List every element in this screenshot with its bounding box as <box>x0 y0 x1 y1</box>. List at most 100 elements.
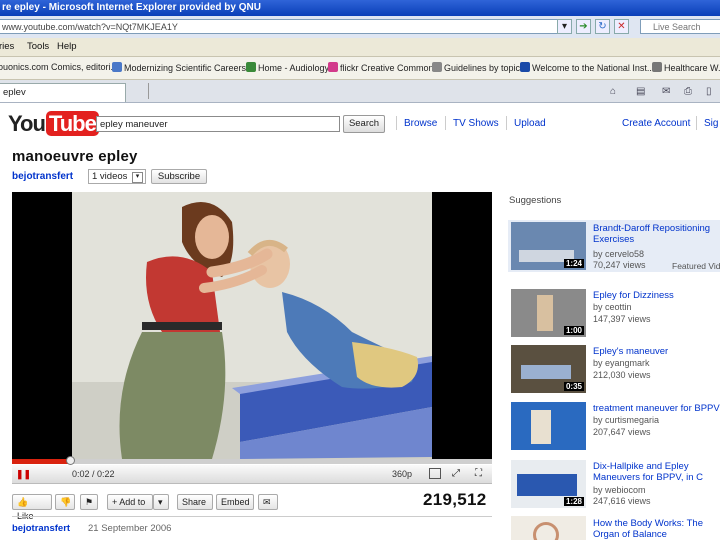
menu-help[interactable]: Help <box>57 41 77 52</box>
videos-dropdown[interactable]: 1 videos ▾ <box>88 169 146 184</box>
nav-create-account[interactable]: Create Account <box>622 118 690 129</box>
nav-sign-in[interactable]: Sig <box>704 118 718 129</box>
suggestion-thumbnail[interactable] <box>511 402 586 450</box>
window-title-bar: re epley - Microsoft Internet Explorer p… <box>0 0 720 16</box>
suggestion-item[interactable]: 0:35 Epley's maneuver by eyangmark 212,0… <box>508 343 720 395</box>
add-to-dropdown[interactable]: ▾ <box>153 494 169 510</box>
channel-name[interactable]: bejotransfert <box>12 171 73 182</box>
quality-selector[interactable]: 360p <box>392 469 412 479</box>
nav-divider <box>445 116 446 130</box>
suggestion-views: 70,247 views <box>593 260 646 270</box>
video-player[interactable] <box>12 192 492 459</box>
refresh-icon[interactable]: ↻ <box>595 19 610 34</box>
address-input[interactable] <box>0 19 564 34</box>
suggestion-title[interactable]: Dix-Hallpike and Epley Maneuvers for BPP… <box>593 461 720 483</box>
suggestion-thumbnail[interactable]: 1:28 <box>511 460 586 508</box>
thumbs-up-icon: 👍 <box>17 497 29 507</box>
pause-button[interactable]: ❚❚ <box>16 468 31 480</box>
upload-date: 21 September 2006 <box>88 523 172 534</box>
print-icon[interactable]: ⎙ <box>684 86 692 97</box>
nav-upload[interactable]: Upload <box>514 118 546 129</box>
progress-fill <box>12 459 70 464</box>
like-button[interactable]: 👍 Like <box>12 494 52 521</box>
popout-icon[interactable] <box>429 468 441 479</box>
address-dropdown-icon[interactable]: ▾ <box>557 19 572 34</box>
suggestion-thumbnail[interactable] <box>511 516 586 540</box>
uploader-link[interactable]: bejotransfert <box>12 523 70 534</box>
go-icon[interactable]: ➔ <box>576 19 591 34</box>
duration-badge: 1:28 <box>563 497 584 506</box>
suggestion-title[interactable]: Epley's maneuver <box>593 346 720 357</box>
chevron-down-icon: ▾ <box>158 497 163 507</box>
suggestion-item[interactable]: treatment maneuver for BPPV by curtismeg… <box>508 400 720 452</box>
mail-icon[interactable]: ✉ <box>662 86 670 97</box>
suggestion-item[interactable]: How the Body Works: The Organ of Balance <box>508 514 720 540</box>
suggestion-author: by curtismegaria <box>593 415 660 425</box>
suggestion-author: by ceottin <box>593 302 632 312</box>
dislike-button[interactable]: 👎 <box>55 494 75 510</box>
favorite-link-6[interactable]: Healthcare W... <box>652 62 720 73</box>
share-button[interactable]: Share <box>177 494 213 510</box>
youtube-logo[interactable]: You Tube <box>8 111 99 137</box>
favorite-link-1[interactable]: Modernizing Scientific Careers... <box>112 62 254 73</box>
favorite-icon <box>246 62 256 72</box>
add-to-button[interactable]: + Add to <box>107 494 153 510</box>
expand-icon[interactable]: ⤢ <box>452 468 464 479</box>
menu-favorites[interactable]: ries <box>0 41 14 52</box>
page-icon[interactable]: ▯ <box>706 86 712 97</box>
divider <box>12 516 492 517</box>
favorite-link-0[interactable]: ouonics.com Comics, editori... <box>0 62 118 72</box>
suggestion-thumbnail[interactable]: 1:00 <box>511 289 586 337</box>
suggestion-views: 147,397 views <box>593 314 651 324</box>
favorite-icon <box>520 62 530 72</box>
search-button[interactable]: Search <box>343 115 385 133</box>
suggestion-title[interactable]: treatment maneuver for BPPV <box>593 403 720 414</box>
nav-divider <box>506 116 507 130</box>
feeds-icon[interactable]: ▤ <box>636 86 645 97</box>
suggestion-thumbnail[interactable]: 0:35 <box>511 345 586 393</box>
stop-icon[interactable]: ✕ <box>614 19 629 34</box>
nav-tv-shows[interactable]: TV Shows <box>453 118 499 129</box>
videos-dropdown-label: 1 videos <box>92 171 128 182</box>
favorite-link-4[interactable]: Guidelines by topic <box>432 62 520 73</box>
tab-divider <box>148 83 149 99</box>
nav-browse[interactable]: Browse <box>404 118 437 129</box>
suggestion-author: by webiocom <box>593 485 646 495</box>
window-title: re epley - Microsoft Internet Explorer p… <box>2 2 261 13</box>
favorite-icon <box>328 62 338 72</box>
favorites-bar: ouonics.com Comics, editori... Modernizi… <box>0 57 720 80</box>
favorite-icon <box>112 62 122 72</box>
suggestion-item[interactable]: 1:28 Dix-Hallpike and Epley Maneuvers fo… <box>508 458 720 510</box>
suggestion-author: by cervelo58 <box>593 249 645 259</box>
suggestion-views: 207,647 views <box>593 427 651 437</box>
suggestion-views: 212,030 views <box>593 370 651 380</box>
favorite-icon <box>652 62 662 72</box>
suggestion-author: by eyangmark <box>593 358 650 368</box>
tab-active[interactable]: eplev <box>0 83 126 102</box>
suggestion-item[interactable]: 1:00 Epley for Dizziness by ceottin 147,… <box>508 287 720 339</box>
menu-bar: ries Tools Help <box>0 38 720 57</box>
subscribe-button[interactable]: Subscribe <box>151 169 207 184</box>
progress-bar[interactable] <box>12 456 492 465</box>
suggestion-thumbnail[interactable]: 1:24 <box>511 222 586 270</box>
live-search-input[interactable] <box>640 19 720 34</box>
suggestion-title[interactable]: Brandt-Daroff Repositioning Exercises <box>593 223 720 245</box>
suggestion-item[interactable]: 1:24 Brandt-Daroff Repositioning Exercis… <box>508 220 720 272</box>
embed-button[interactable]: Embed <box>216 494 254 510</box>
nav-divider <box>696 116 697 130</box>
favorite-link-3[interactable]: flickr Creative Commons <box>328 62 438 73</box>
favorite-link-2[interactable]: Home - Audiology <box>246 62 329 73</box>
menu-tools[interactable]: Tools <box>27 41 49 52</box>
favorite-link-5[interactable]: Welcome to the National Inst... <box>520 62 654 73</box>
chevron-down-icon: ▾ <box>132 172 143 183</box>
search-input[interactable] <box>96 116 340 132</box>
home-icon[interactable]: ⌂ <box>610 86 616 97</box>
progress-handle[interactable] <box>65 456 75 465</box>
suggestion-title[interactable]: How the Body Works: The Organ of Balance <box>593 518 720 540</box>
flag-button[interactable]: ⚑ <box>80 494 98 510</box>
email-share-button[interactable]: ✉ <box>258 494 278 510</box>
view-count: 219,512 <box>423 490 487 509</box>
duration-badge: 0:35 <box>563 382 584 391</box>
fullscreen-icon[interactable]: ⛶ <box>475 468 487 479</box>
suggestion-title[interactable]: Epley for Dizziness <box>593 290 720 301</box>
